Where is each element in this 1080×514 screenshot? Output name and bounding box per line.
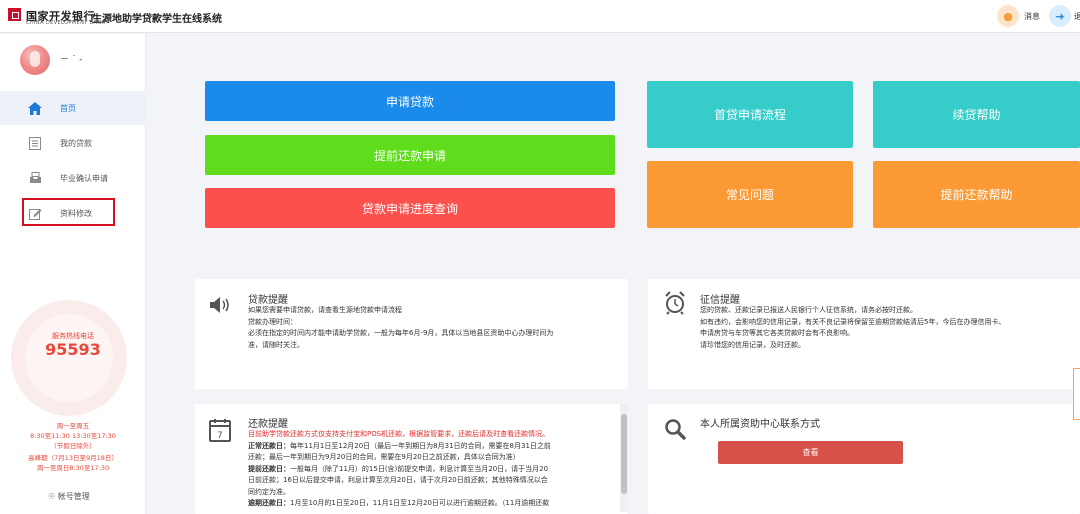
home-icon	[28, 101, 42, 115]
overdue-repay-label: 逾期还款日：	[248, 499, 290, 507]
renew-help-button[interactable]: 续贷帮助	[873, 81, 1080, 148]
side-float-tab[interactable]	[1073, 368, 1080, 420]
sidebar-item-label: 我的贷款	[60, 138, 92, 148]
overdue-repay-text: 1月至10月的1日至20日，11月1日至12月20日可以进行逾期还款。（11月逾…	[290, 499, 550, 507]
early-repay-text: 日前还款；16日以后提交申请，利息计算至次月20日，请于次月20日前还款；其他特…	[248, 476, 548, 484]
faq-button[interactable]: 常见问题	[647, 161, 853, 228]
sidebar: － ˙ ‐ 首页 我的贷款 毕业确认申请 资料修改 服务热线电话 95593 周…	[0, 34, 146, 514]
speaker-icon	[209, 296, 231, 318]
bank-logo-icon	[8, 8, 21, 21]
sidebar-item-home[interactable]: 首页	[0, 91, 146, 125]
early-repay-text: 同约定为准。	[248, 487, 290, 496]
service-hours-line: （节假日除外）	[50, 442, 96, 450]
credit-reminder-line: 申请房贷与车贷等其它各类贷款时会有不良影响。	[700, 329, 854, 337]
credit-reminder-card: 征信提醒 您的贷款、还款记录已报送人民银行个人征信系统，请务必按时还款。 如有违…	[648, 279, 1080, 389]
account-management-link[interactable]: ☉ 帐号管理	[48, 491, 90, 502]
calendar-icon: 7	[209, 418, 231, 446]
sidebar-item-label: 毕业确认申请	[60, 173, 108, 183]
tray-icon	[28, 171, 42, 185]
repay-reminder-scrollbar[interactable]	[620, 404, 628, 512]
service-hours-line: 周一至周日8:30至17:30	[36, 464, 110, 472]
system-title: 生源地助学贷款学生在线系统	[92, 14, 222, 25]
early-repay-label: 提前还款日：	[248, 464, 290, 473]
repay-notice: 目前助学贷款还款方式仅支持支付宝和POS机还款，根据监管要求，还款后请及时查看还…	[248, 430, 550, 438]
service-hotline-number: 95593	[45, 340, 101, 359]
loan-reminder-card: 贷款提醒 如果您需要申请贷款，请查看生源地贷款申请流程 贷款办理时间： 必须在指…	[195, 279, 628, 389]
service-hours-line: 高峰期（7月13日至9月18日）	[28, 454, 118, 462]
highlight-box	[22, 198, 115, 226]
avatar[interactable]	[20, 45, 50, 75]
exit-label[interactable]: 退	[1074, 11, 1080, 22]
bell-icon[interactable]: ●	[997, 5, 1019, 27]
credit-reminder-line: 如有违约，会影响您的信用记录，有关不良记录将保留至逾期贷款结清后5年，今后在办理…	[700, 317, 1006, 326]
contact-title: 本人所属资助中心联系方式	[700, 419, 820, 430]
search-icon	[664, 418, 686, 444]
sidebar-item-label: 首页	[60, 103, 76, 113]
sidebar-item-my-loans[interactable]: 我的贷款	[0, 126, 146, 160]
repay-reminder-title: 还款提醒	[248, 419, 288, 430]
early-repay-help-button[interactable]: 提前还款帮助	[873, 161, 1080, 228]
normal-repay-text: 还款；最后一年到期日为9月20日的合同，需要在9月20日之前还款，具体以合同为准…	[248, 453, 520, 461]
normal-repay-label: 正常还款日：	[248, 441, 290, 450]
account-management-label: 帐号管理	[57, 492, 90, 501]
view-contact-button[interactable]: 查看	[718, 441, 903, 464]
shield-icon: ☉	[48, 492, 56, 501]
first-loan-flow-button[interactable]: 首贷申请流程	[647, 81, 853, 148]
credit-reminder-line: 您的贷款、还款记录已报送人民银行个人征信系统，请务必按时还款。	[700, 306, 917, 314]
document-icon	[28, 136, 42, 150]
progress-query-button[interactable]: 贷款申请进度查询	[205, 188, 615, 228]
loan-reminder-line: 如果您需要申请贷款，请查看生源地贷款申请流程	[248, 306, 402, 314]
credit-reminder-line: 请珍惜您的信用记录，及时还款。	[700, 340, 805, 349]
early-repay-apply-button[interactable]: 提前还款申请	[205, 135, 615, 175]
sidebar-item-graduation-confirm[interactable]: 毕业确认申请	[0, 161, 146, 195]
repay-reminder-card: 7 还款提醒 目前助学贷款还款方式仅支持支付宝和POS机还款，根据监管要求，还款…	[195, 404, 628, 514]
scrollbar-thumb[interactable]	[621, 414, 627, 494]
credit-reminder-body: 您的贷款、还款记录已报送人民银行个人征信系统，请务必按时还款。 如有违约，会影响…	[700, 305, 1078, 351]
apply-loan-button[interactable]: 申请贷款	[205, 81, 615, 121]
service-hours-line: 8:30至11:30 13:30至17:30	[30, 432, 116, 440]
user-name: － ˙ ‐	[60, 55, 83, 65]
messages-label[interactable]: 消息	[1024, 11, 1040, 22]
loan-reminder-line: 准，请随时关注。	[248, 340, 304, 349]
credit-reminder-title: 征信提醒	[700, 295, 740, 306]
loan-reminder-body: 如果您需要申请贷款，请查看生源地贷款申请流程 贷款办理时间： 必须在指定的时间内…	[248, 305, 618, 351]
alarm-clock-icon	[664, 291, 686, 319]
top-bar: 国家开发银行 CHINA DEVELOPMENT BANK 生源地助学贷款学生在…	[0, 0, 1080, 33]
early-repay-text: 一般每月（除了11月）的15日(含)前提交申请，利息计算至当月20日，请于当月2…	[290, 464, 549, 473]
loan-reminder-line: 必须在指定的时间内才能申请助学贷款，一般为每年6月-9月，具体以当地县区资助中心…	[248, 329, 554, 337]
normal-repay-text: 每年11月1日至12月20日（最后一年到期日为8月31日的合同，需要在8月31日…	[290, 441, 551, 450]
repay-reminder-body: 目前助学贷款还款方式仅支持支付宝和POS机还款，根据监管要求，还款后请及时查看还…	[248, 429, 610, 510]
svg-text:7: 7	[217, 431, 223, 441]
loan-reminder-line: 贷款办理时间：	[248, 317, 297, 326]
service-hours-line: 周一至周五	[56, 422, 90, 430]
logout-icon[interactable]: ➜	[1049, 5, 1071, 27]
loan-reminder-title: 贷款提醒	[248, 295, 288, 306]
